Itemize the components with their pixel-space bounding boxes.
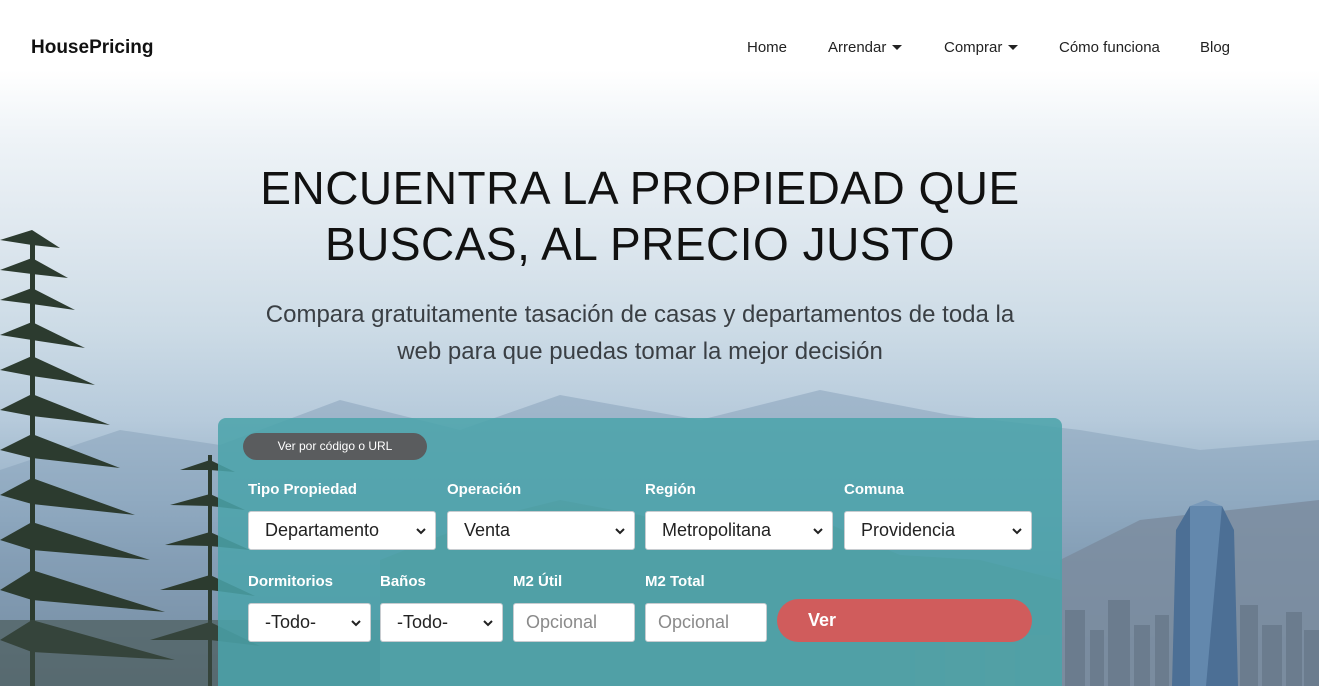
chevron-down-icon — [416, 528, 426, 535]
caret-down-icon — [892, 45, 903, 50]
nav-home-label: Home — [747, 39, 788, 56]
comuna-select[interactable]: Providencia — [844, 511, 1032, 550]
nav-comprar-label: Comprar — [944, 39, 1003, 56]
nav-blog[interactable]: Blog — [1200, 39, 1230, 56]
m2-util-label: M2 Útil — [513, 573, 563, 590]
nav-como-funciona[interactable]: Cómo funciona — [1059, 39, 1160, 56]
region-label: Región — [645, 481, 696, 498]
m2-total-input[interactable] — [645, 603, 767, 642]
tipo-propiedad-select[interactable]: Departamento — [248, 511, 436, 550]
hero-title-line1: ENCUENTRA LA PROPIEDAD QUE — [260, 162, 1020, 214]
hero-subtitle-line1: Compara gratuitamente tasación de casas … — [265, 301, 1015, 328]
region-value: Metropolitana — [662, 520, 772, 540]
search-panel: Ver por código o URL Tipo Propiedad Oper… — [218, 418, 1062, 686]
region-select[interactable]: Metropolitana — [645, 511, 833, 550]
comuna-label: Comuna — [844, 481, 904, 498]
caret-down-icon — [1008, 45, 1019, 50]
chevron-down-icon — [1012, 528, 1022, 535]
nav-arrendar-dropdown[interactable]: Arrendar — [828, 39, 903, 56]
hero-title-line2: BUSCAS, AL PRECIO JUSTO — [324, 218, 956, 270]
chevron-down-icon — [483, 620, 493, 627]
hero-title: ENCUENTRA LA PROPIEDAD QUE BUSCAS, AL PR… — [170, 160, 1110, 272]
chevron-down-icon — [813, 528, 823, 535]
hero-subtitle-line2: web para que puedas tomar la mejor decis… — [397, 338, 883, 365]
m2-total-label: M2 Total — [645, 573, 705, 590]
nav-arrendar-label: Arrendar — [828, 39, 887, 56]
banos-select[interactable]: -Todo- — [380, 603, 503, 642]
chevron-down-icon — [615, 528, 625, 535]
dormitorios-label: Dormitorios — [248, 573, 334, 590]
operacion-label: Operación — [447, 481, 522, 498]
m2-util-input[interactable] — [513, 603, 635, 642]
code-url-button[interactable]: Ver por código o URL — [243, 433, 427, 460]
nav-como-funciona-label: Cómo funciona — [1059, 39, 1160, 56]
banos-value: -Todo- — [397, 612, 449, 632]
operacion-select[interactable]: Venta — [447, 511, 635, 550]
comuna-value: Providencia — [861, 520, 956, 540]
nav-blog-label: Blog — [1200, 39, 1231, 56]
nav-home[interactable]: Home — [747, 39, 787, 56]
operacion-value: Venta — [464, 520, 511, 540]
ver-submit-button[interactable]: Ver — [777, 599, 1032, 642]
tipo-propiedad-label: Tipo Propiedad — [248, 481, 357, 498]
dormitorios-select[interactable]: -Todo- — [248, 603, 371, 642]
tipo-propiedad-value: Departamento — [265, 520, 380, 540]
chevron-down-icon — [351, 620, 361, 627]
hero-subtitle: Compara gratuitamente tasación de casas … — [220, 296, 1060, 370]
nav-comprar-dropdown[interactable]: Comprar — [944, 39, 1019, 56]
brand-logo[interactable]: HousePricing — [31, 37, 153, 59]
top-navbar: HousePricing Home Arrendar Comprar Cómo … — [0, 0, 1319, 95]
dormitorios-value: -Todo- — [265, 612, 317, 632]
banos-label: Baños — [380, 573, 426, 590]
